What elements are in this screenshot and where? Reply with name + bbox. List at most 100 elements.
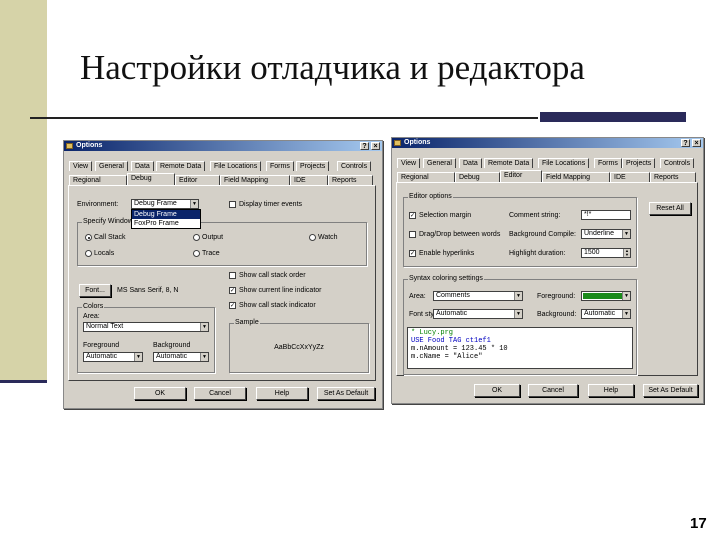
background-select[interactable]: Automatic ▼: [581, 309, 631, 319]
tab-debug[interactable]: Debug: [127, 173, 175, 185]
tab-field-mapping[interactable]: Field Mapping: [220, 175, 290, 185]
foreground-value: Automatic: [86, 353, 118, 360]
enable-hyperlinks-label: Enable hyperlinks: [419, 250, 475, 257]
drag-drop-checkbox[interactable]: [409, 231, 416, 238]
tab-general[interactable]: General: [95, 161, 128, 171]
show-call-stack-indicator-label: Show call stack indicator: [239, 302, 316, 309]
help-button[interactable]: Help: [588, 384, 634, 397]
code-preview: * Lucy.prg USE Food TAG ct1ef1 m.nAmount =…: [407, 327, 633, 369]
foreground-label: Foreground: [83, 342, 120, 349]
area-label: Area:: [83, 313, 100, 320]
selection-margin-checkbox[interactable]: ✓: [409, 212, 416, 219]
chevron-down-icon[interactable]: ▼: [514, 310, 522, 318]
ok-button[interactable]: OK: [474, 384, 520, 397]
tab-regional[interactable]: Regional: [69, 175, 127, 185]
chevron-down-icon[interactable]: ▼: [190, 200, 198, 208]
radio-locals[interactable]: [85, 250, 92, 257]
sample-text: AaBbCcXxYyZz: [274, 344, 324, 351]
highlight-duration-input[interactable]: 1500 ▲ ▼: [581, 248, 631, 258]
dropdown-option[interactable]: FoxPro Frame: [132, 219, 200, 228]
tab-forms[interactable]: Forms: [266, 161, 294, 171]
close-icon[interactable]: ×: [371, 142, 380, 150]
tab-debug[interactable]: Debug: [455, 172, 500, 182]
chevron-down-icon[interactable]: ▼: [134, 353, 142, 361]
chevron-down-icon[interactable]: ▼: [622, 230, 630, 238]
foreground-color-select[interactable]: ▼: [581, 291, 631, 301]
tab-ide[interactable]: IDE: [610, 172, 650, 182]
tab-controls[interactable]: Controls: [660, 158, 695, 168]
page-number: 17: [690, 515, 707, 532]
font-style-value: Automatic: [436, 310, 468, 317]
tab-view[interactable]: View: [397, 158, 421, 168]
highlight-duration-value: 1500: [584, 249, 600, 256]
tab-reports[interactable]: Reports: [650, 172, 696, 182]
environment-select[interactable]: Debug Frame ▼: [131, 199, 199, 209]
radio-output[interactable]: [193, 234, 200, 241]
background-compile-value: Underline: [584, 230, 614, 237]
background-select[interactable]: Automatic ▼: [153, 352, 209, 362]
show-call-stack-order-checkbox[interactable]: [229, 272, 236, 279]
tab-panel: Editor options Reset All ✓ Selection mar…: [396, 182, 698, 376]
dropdown-option[interactable]: Debug Frame: [132, 210, 200, 219]
comment-string-value: *!*: [584, 211, 592, 218]
slide-title: Настройки отладчика и редактора: [80, 48, 585, 87]
tab-projects[interactable]: Projects: [622, 158, 656, 168]
close-icon[interactable]: ×: [692, 139, 701, 147]
radio-watch[interactable]: [309, 234, 316, 241]
enable-hyperlinks-checkbox[interactable]: ✓: [409, 250, 416, 257]
help-icon[interactable]: ?: [360, 142, 369, 150]
chevron-down-icon[interactable]: ▼: [200, 323, 208, 331]
tab-field-mapping[interactable]: Field Mapping: [542, 172, 610, 182]
environment-label: Environment:: [77, 201, 119, 208]
foreground-label: Foreground:: [537, 293, 576, 300]
chevron-down-icon[interactable]: ▼: [622, 292, 630, 300]
show-current-line-checkbox[interactable]: ✓: [229, 287, 236, 294]
help-button[interactable]: Help: [256, 387, 308, 400]
tab-general[interactable]: General: [423, 158, 456, 168]
chevron-down-icon[interactable]: ▼: [200, 353, 208, 361]
radio-call-stack[interactable]: [85, 234, 92, 241]
tab-projects[interactable]: Projects: [296, 161, 330, 171]
tab-editor[interactable]: Editor: [175, 175, 220, 185]
font-style-select[interactable]: Automatic ▼: [433, 309, 523, 319]
radio-trace[interactable]: [193, 250, 200, 257]
tab-file-locations[interactable]: File Locations: [538, 158, 590, 168]
tab-forms[interactable]: Forms: [594, 158, 622, 168]
tab-regional[interactable]: Regional: [397, 172, 455, 182]
title-bar: Options ? ×: [64, 141, 382, 151]
tab-reports[interactable]: Reports: [328, 175, 373, 185]
comment-string-input[interactable]: *!*: [581, 210, 631, 220]
tab-data[interactable]: Data: [459, 158, 482, 168]
editor-options-label: Editor options: [408, 193, 453, 201]
foreground-select[interactable]: Automatic ▼: [83, 352, 143, 362]
area-select[interactable]: Normal Text ▼: [83, 322, 209, 332]
font-value: MS Sans Serif, 8, N: [117, 287, 179, 294]
cancel-button[interactable]: Cancel: [528, 384, 578, 397]
reset-all-button[interactable]: Reset All: [649, 202, 691, 215]
highlight-duration-label: Highlight duration:: [509, 250, 566, 257]
spin-arrows-icon[interactable]: ▲ ▼: [623, 249, 630, 257]
tab-file-locations[interactable]: File Locations: [210, 161, 262, 171]
set-as-default-button[interactable]: Set As Default: [317, 387, 375, 400]
area-select[interactable]: Comments ▼: [433, 291, 523, 301]
help-icon[interactable]: ?: [681, 139, 690, 147]
tab-controls[interactable]: Controls: [337, 161, 372, 171]
background-compile-select[interactable]: Underline ▼: [581, 229, 631, 239]
chevron-down-icon[interactable]: ▼: [514, 292, 522, 300]
show-call-stack-indicator-checkbox[interactable]: ✓: [229, 302, 236, 309]
set-as-default-button[interactable]: Set As Default: [643, 384, 698, 397]
title-rule-accent: [540, 112, 686, 122]
tab-ide[interactable]: IDE: [290, 175, 328, 185]
tab-remote-data[interactable]: Remote Data: [156, 161, 206, 171]
area-value: Normal Text: [86, 323, 124, 330]
display-timer-events-checkbox[interactable]: [229, 201, 236, 208]
font-button[interactable]: Font...: [79, 284, 111, 297]
chevron-down-icon[interactable]: ▼: [622, 310, 630, 318]
radio-call-stack-label: Call Stack: [94, 234, 126, 241]
ok-button[interactable]: OK: [134, 387, 186, 400]
tab-editor[interactable]: Editor: [500, 170, 542, 182]
tab-remote-data[interactable]: Remote Data: [484, 158, 534, 168]
tab-view[interactable]: View: [69, 161, 93, 171]
cancel-button[interactable]: Cancel: [194, 387, 246, 400]
tab-data[interactable]: Data: [131, 161, 154, 171]
